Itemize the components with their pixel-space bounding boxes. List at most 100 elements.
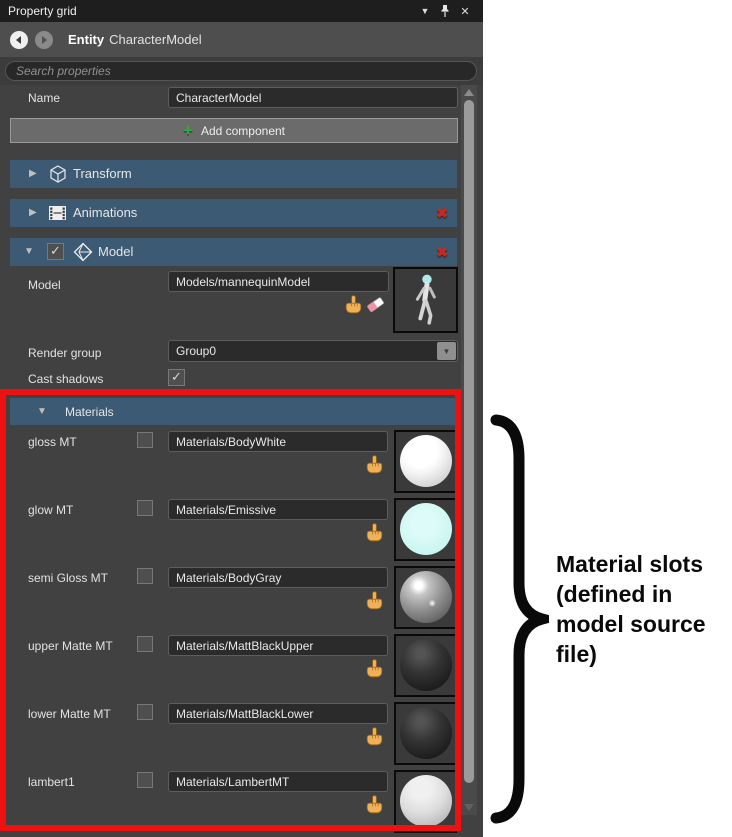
panel-title: Property grid (8, 4, 77, 18)
hand-picker-icon[interactable] (366, 795, 383, 819)
panel-menu-chevron-icon[interactable]: ▼ (415, 6, 435, 16)
annotation-line: Material slots (556, 551, 703, 577)
render-group-select[interactable]: Group0 ▼ (168, 340, 458, 362)
back-button[interactable] (10, 30, 28, 49)
annotation-line: file) (556, 641, 597, 667)
expander-icon[interactable]: ▼ (37, 406, 47, 417)
material-checkbox[interactable] (137, 704, 153, 720)
material-reference-input[interactable] (168, 771, 388, 792)
material-sphere-preview (399, 707, 452, 759)
material-checkbox[interactable] (137, 500, 153, 516)
curly-brace-annotation (490, 414, 549, 824)
material-reference-input[interactable] (168, 499, 388, 520)
material-row: upper Matte MT (0, 634, 460, 701)
render-group-value: Group0 (176, 344, 217, 358)
material-thumbnail[interactable] (394, 430, 457, 493)
material-row: gloss MT (0, 430, 460, 497)
scroll-down-icon[interactable] (464, 804, 474, 811)
forward-button[interactable] (35, 30, 53, 49)
name-input[interactable] (168, 87, 458, 108)
material-row: lower Matte MT (0, 702, 460, 769)
material-sphere-preview (399, 775, 452, 827)
add-component-label: Add component (200, 123, 285, 138)
search-row (0, 57, 483, 85)
material-thumbnail[interactable] (394, 566, 457, 629)
chevron-down-icon[interactable]: ▼ (437, 342, 456, 360)
annotation-line: model source (556, 611, 706, 637)
material-reference-input[interactable] (168, 703, 388, 724)
breadcrumb: Entity CharacterModel (0, 22, 483, 57)
material-thumbnail[interactable] (394, 634, 457, 697)
panel-titlebar: Property grid ▼ ✕ (0, 0, 483, 22)
screenshot-root: Property grid ▼ ✕ Entity CharacterModel … (0, 0, 732, 837)
name-label: Name (28, 91, 61, 105)
material-thumbnail[interactable] (394, 770, 457, 833)
model-thumbnail[interactable] (393, 267, 458, 333)
search-input[interactable] (5, 61, 477, 81)
material-slot-label: lambert1 (28, 775, 75, 789)
material-slot-label: lower Matte MT (28, 707, 111, 721)
section-header-model[interactable]: ▼ ✓ Model ✖ (10, 238, 457, 266)
section-header-animations[interactable]: ▶ Animations ✖ (10, 199, 457, 227)
model-field-label: Model (28, 278, 61, 292)
hand-picker-icon[interactable] (366, 727, 383, 751)
plus-icon: + (183, 120, 193, 140)
material-sphere-preview (399, 571, 452, 623)
annotation-line: (defined in (556, 581, 673, 607)
render-group-label: Render group (28, 346, 102, 360)
vertical-scrollbar[interactable] (461, 85, 477, 815)
annotation-text: Material slots (defined in model source … (556, 549, 706, 669)
hand-picker-icon[interactable] (345, 295, 362, 319)
breadcrumb-entity-type: Entity (68, 32, 105, 47)
transform-cube-icon (50, 165, 66, 183)
cast-shadows-checkbox[interactable]: ✓ (168, 369, 185, 386)
material-slot-label: gloss MT (28, 435, 77, 449)
transform-label: Transform (73, 166, 132, 181)
model-enabled-checkbox[interactable]: ✓ (47, 243, 64, 260)
scroll-up-icon[interactable] (464, 89, 474, 96)
material-thumbnail[interactable] (394, 498, 457, 561)
hand-picker-icon[interactable] (366, 523, 383, 547)
material-reference-input[interactable] (168, 635, 388, 656)
expander-icon[interactable]: ▶ (29, 207, 37, 218)
scrollbar-thumb[interactable] (464, 100, 474, 783)
material-reference-input[interactable] (168, 567, 388, 588)
section-header-materials[interactable]: ▼ Materials (10, 398, 457, 425)
hand-picker-icon[interactable] (366, 455, 383, 479)
material-slot-label: semi Gloss MT (28, 571, 109, 585)
property-grid-panel: Property grid ▼ ✕ Entity CharacterModel … (0, 0, 483, 837)
breadcrumb-entity-name: CharacterModel (109, 32, 202, 47)
model-label: Model (98, 244, 134, 259)
material-thumbnail[interactable] (394, 702, 457, 765)
model-diamond-icon (73, 242, 93, 262)
mannequin-preview (415, 274, 436, 325)
delete-component-icon[interactable]: ✖ (436, 205, 448, 222)
pin-icon[interactable] (435, 4, 455, 18)
material-checkbox[interactable] (137, 568, 153, 584)
material-row: lambert1 (0, 770, 460, 837)
material-row: semi Gloss MT (0, 566, 460, 633)
film-icon (49, 206, 66, 220)
material-sphere-preview (399, 435, 452, 487)
section-header-transform[interactable]: ▶ Transform (10, 160, 457, 188)
hand-picker-icon[interactable] (366, 591, 383, 615)
animations-label: Animations (73, 205, 138, 220)
expander-icon[interactable]: ▶ (29, 168, 37, 179)
expander-icon[interactable]: ▼ (24, 246, 34, 257)
material-reference-input[interactable] (168, 431, 388, 452)
delete-component-icon[interactable]: ✖ (436, 244, 448, 261)
add-component-button[interactable]: + Add component (10, 118, 458, 143)
material-slot-label: glow MT (28, 503, 74, 517)
materials-label: Materials (65, 405, 114, 419)
material-sphere-preview (399, 503, 452, 555)
hand-picker-icon[interactable] (366, 659, 383, 683)
material-checkbox[interactable] (137, 432, 153, 448)
eraser-icon[interactable] (366, 296, 385, 318)
material-checkbox[interactable] (137, 636, 153, 652)
cast-shadows-label: Cast shadows (28, 372, 104, 386)
material-checkbox[interactable] (137, 772, 153, 788)
material-sphere-preview (399, 639, 452, 691)
material-slot-label: upper Matte MT (28, 639, 113, 653)
close-icon[interactable]: ✕ (455, 5, 475, 18)
model-reference-input[interactable] (168, 271, 389, 292)
